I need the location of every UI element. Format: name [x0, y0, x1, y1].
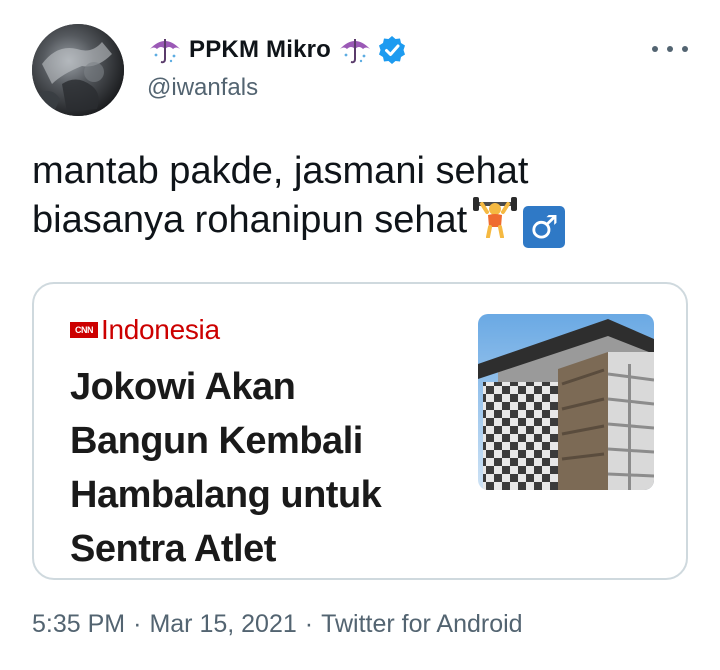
user-handle[interactable]: @iwanfals — [147, 74, 407, 102]
headline-line: Bangun Kembali — [70, 420, 363, 462]
male-sign-emoji: ♂ — [523, 206, 566, 248]
tweet-source[interactable]: Twitter for Android — [321, 610, 522, 638]
umbrella-icon — [340, 39, 371, 64]
umbrella-icon — [150, 39, 180, 64]
headline-line: Jokowi Akan — [70, 366, 296, 408]
headline-line: Sentra Atlet — [70, 528, 276, 570]
link-preview-card[interactable]: CNN Indonesia Jokowi Akan Bangun Kembali… — [32, 282, 688, 580]
meta-separator: · — [304, 610, 314, 638]
tweet-text: mantab pakde, jasmani sehat biasanya roh… — [32, 148, 682, 248]
avatar[interactable] — [32, 24, 124, 116]
meta-separator: · — [133, 610, 142, 638]
tweet-container: PPKM Mikro @iwanfals mantab pakde, jasma… — [0, 0, 720, 670]
headline-line: Hambalang untuk — [70, 474, 382, 516]
verified-badge-icon — [379, 36, 406, 64]
card-thumbnail — [478, 314, 654, 490]
news-brand: CNN Indonesia — [70, 314, 220, 346]
card-headline: Jokowi Akan Bangun Kembali Hambalang unt… — [70, 360, 470, 576]
avatar-image — [32, 24, 124, 116]
dot — [667, 46, 673, 52]
tweet-metadata: 5:35 PM · Mar 15, 2021 · Twitter for Android — [32, 610, 523, 639]
tweet-text-line-2-row: biasanya rohanipun sehat ♂ — [32, 194, 682, 248]
tweet-text-line-1: mantab pakde, jasmani sehat — [32, 150, 529, 192]
dot — [652, 46, 658, 52]
tweet-text-line-2: biasanya rohanipun sehat — [32, 199, 468, 241]
brand-name: Indonesia — [101, 314, 220, 345]
tweet-date[interactable]: Mar 15, 2021 — [149, 610, 296, 638]
dot — [682, 46, 688, 52]
weightlifter-emoji — [473, 197, 518, 238]
tweet-time[interactable]: 5:35 PM — [32, 610, 125, 638]
name-row[interactable]: PPKM Mikro — [147, 30, 407, 70]
more-options-icon[interactable] — [652, 40, 688, 58]
building-thumbnail-image — [478, 314, 654, 490]
cnn-logo: CNN — [70, 322, 98, 338]
display-name[interactable]: PPKM Mikro — [189, 36, 331, 64]
tweet-header: PPKM Mikro @iwanfals — [147, 30, 407, 102]
